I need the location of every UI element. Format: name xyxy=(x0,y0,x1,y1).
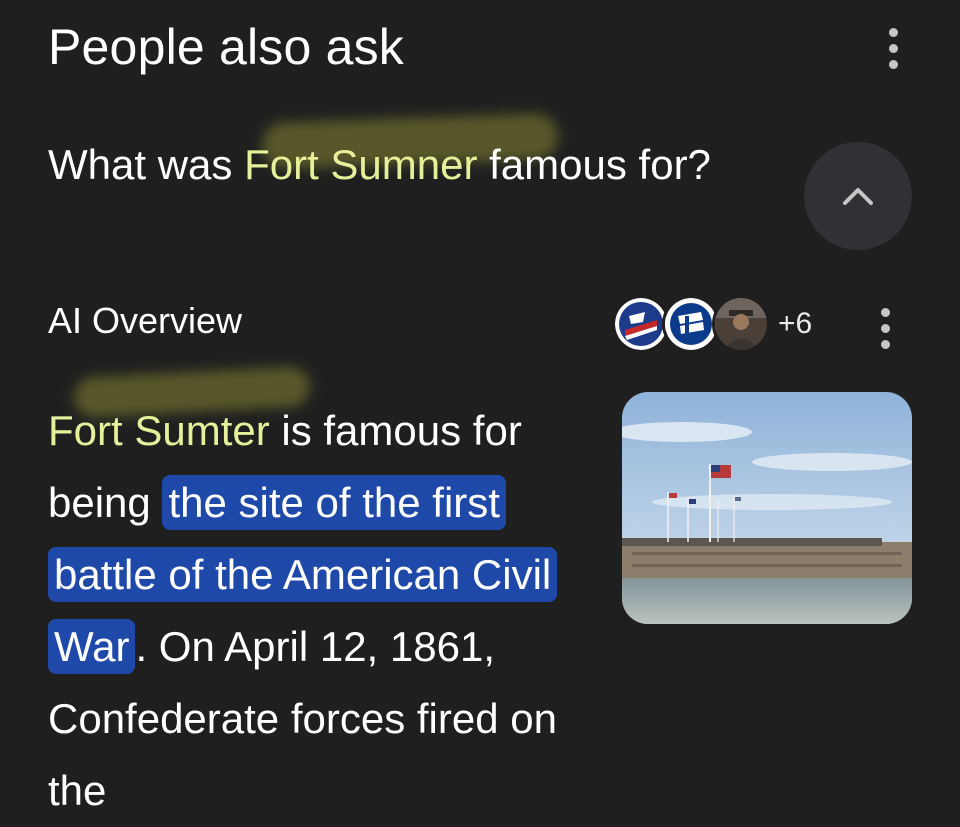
person-avatar-icon[interactable] xyxy=(712,295,770,353)
answer-lead: Fort Sumter xyxy=(48,407,270,454)
source-avatars[interactable]: +6 xyxy=(612,292,812,356)
collapse-button[interactable] xyxy=(804,142,912,250)
question-highlight: Fort Sumner xyxy=(244,141,478,188)
question-prefix: What was xyxy=(48,141,245,188)
fort-sumter-thumbnail[interactable] xyxy=(622,392,912,624)
question-suffix: famous for? xyxy=(477,141,711,188)
question-text[interactable]: What was Fort Sumner famous for? xyxy=(48,136,778,194)
more-sources-count[interactable]: +6 xyxy=(778,307,812,341)
answer-text: Fort Sumter is famous for being the site… xyxy=(48,395,613,827)
ai-overview-options-icon[interactable] xyxy=(880,308,890,349)
ai-overview-label: AI Overview xyxy=(48,300,243,341)
more-options-icon[interactable] xyxy=(888,28,898,69)
section-title: People also ask xyxy=(48,19,405,75)
chevron-up-icon xyxy=(843,188,873,205)
